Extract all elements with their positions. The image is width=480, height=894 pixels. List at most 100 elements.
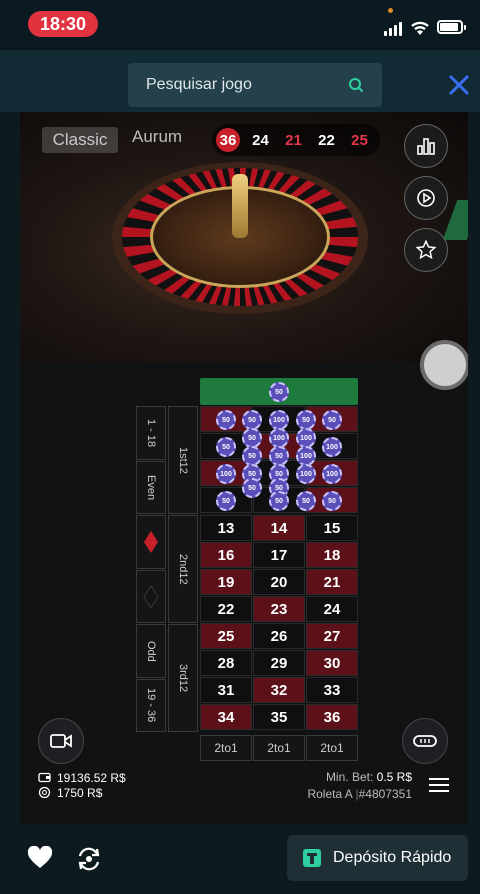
balance-info: 19136.52 R$ 1750 R$ (38, 770, 126, 800)
chip: 100 (322, 437, 342, 457)
number-cell[interactable]: 27 (306, 623, 358, 649)
bar-chart-icon (417, 138, 435, 155)
number-cell[interactable]: 15 (306, 515, 358, 541)
search-input[interactable]: Pesquisar jogo (128, 63, 382, 107)
chip-selector-button[interactable] (420, 340, 468, 390)
result-item: 36 (216, 128, 240, 152)
column-bet-1[interactable]: 2to1 (200, 735, 252, 761)
number-cell[interactable]: 30 (306, 650, 358, 676)
signal-icon (384, 22, 402, 36)
chip: 50 (242, 428, 262, 448)
close-icon[interactable] (446, 72, 472, 98)
chip: 50 (322, 491, 342, 511)
result-item: 24 (252, 131, 269, 149)
min-bet-value: 0.5 R$ (376, 770, 412, 784)
video-toggle-button[interactable] (404, 176, 448, 220)
racetrack-button[interactable] (402, 718, 448, 764)
chip: 50 (269, 382, 289, 402)
search-placeholder: Pesquisar jogo (146, 76, 252, 93)
chip: 50 (269, 446, 289, 466)
result-item: 21 (285, 131, 302, 149)
table-info: Min. Bet: 0.5 R$ Roleta A |#4807351 (307, 770, 412, 801)
bet-high[interactable]: 19 - 36 (136, 679, 166, 732)
chip: 100 (296, 446, 316, 466)
min-bet-label: Min. Bet: (325, 770, 374, 784)
bet-red[interactable] (136, 515, 166, 569)
number-cell[interactable]: 23 (253, 596, 305, 622)
number-cell[interactable]: 35 (253, 704, 305, 730)
chip: 100 (296, 464, 316, 484)
chip: 50 (242, 446, 262, 466)
video-camera-icon (50, 734, 72, 748)
dozen-1st12[interactable]: 1st12 (168, 406, 198, 514)
privacy-indicator-icon (388, 8, 393, 13)
chip: 100 (296, 428, 316, 448)
racetrack-icon (413, 735, 437, 747)
search-icon (349, 78, 364, 93)
favorite-bets-button[interactable] (404, 228, 448, 272)
chip: 100 (216, 464, 236, 484)
number-cell[interactable]: 25 (200, 623, 252, 649)
dozen-3rd12[interactable]: 3rd12 (168, 624, 198, 732)
number-cell[interactable]: 24 (306, 596, 358, 622)
chip: 50 (216, 437, 236, 457)
camera-button[interactable] (38, 718, 84, 764)
status-bar: 18:30 (0, 0, 480, 50)
number-cell[interactable]: 17 (253, 542, 305, 568)
number-cell[interactable]: 21 (306, 569, 358, 595)
chip: 50 (216, 410, 236, 430)
tab-classic[interactable]: Classic (42, 127, 118, 153)
black-diamond-icon (143, 584, 159, 609)
chip: 50 (269, 491, 289, 511)
number-cell[interactable]: 13 (200, 515, 252, 541)
dozen-2nd12[interactable]: 2nd12 (168, 515, 198, 623)
battery-icon (437, 20, 466, 34)
number-cell[interactable]: 31 (200, 677, 252, 703)
replay-icon (417, 189, 435, 207)
red-diamond-icon (144, 531, 158, 553)
table-id: #4807351 (358, 787, 412, 801)
result-item: 22 (318, 131, 335, 149)
number-cell[interactable]: 19 (200, 569, 252, 595)
chip-icon (38, 786, 51, 799)
result-item: 25 (351, 131, 368, 149)
chip: 100 (322, 464, 342, 484)
bet-odd[interactable]: Odd (136, 624, 166, 678)
heart-icon[interactable] (27, 846, 53, 870)
total-bet-value: 1750 R$ (57, 785, 103, 800)
number-cell[interactable]: 14 (253, 515, 305, 541)
number-cell[interactable]: 34 (200, 704, 252, 730)
recent-results: 36 24 21 22 25 (212, 124, 380, 156)
number-cell[interactable]: 18 (306, 542, 358, 568)
tab-aurum[interactable]: Aurum (132, 127, 182, 147)
quick-deposit-button[interactable]: Depósito Rápido (287, 835, 468, 881)
menu-icon[interactable] (428, 776, 450, 794)
number-cell[interactable]: 36 (306, 704, 358, 730)
number-cell[interactable]: 28 (200, 650, 252, 676)
number-cell[interactable]: 32 (253, 677, 305, 703)
statistics-button[interactable] (404, 124, 448, 168)
chip: 100 (269, 428, 289, 448)
game-frame: Classic Aurum 36 24 21 22 25 50 50 50 10… (20, 112, 468, 824)
status-time: 18:30 (28, 11, 98, 37)
number-cell[interactable]: 29 (253, 650, 305, 676)
chip: 50 (242, 410, 262, 430)
refresh-icon[interactable] (75, 846, 103, 872)
number-cell[interactable]: 33 (306, 677, 358, 703)
number-cell[interactable]: 20 (253, 569, 305, 595)
number-cell[interactable]: 26 (253, 623, 305, 649)
wallet-icon (38, 772, 51, 783)
chip: 50 (296, 491, 316, 511)
chip: 100 (269, 410, 289, 430)
bet-even[interactable]: Even (136, 461, 166, 514)
column-bet-3[interactable]: 2to1 (306, 735, 358, 761)
column-bet-2[interactable]: 2to1 (253, 735, 305, 761)
number-cell[interactable]: 22 (200, 596, 252, 622)
quick-deposit-label: Depósito Rápido (333, 849, 452, 866)
balance-value: 19136.52 R$ (57, 770, 126, 785)
wifi-icon (411, 21, 429, 35)
chip: 50 (216, 491, 236, 511)
number-cell[interactable]: 16 (200, 542, 252, 568)
bet-black[interactable] (136, 570, 166, 623)
bet-low[interactable]: 1 - 18 (136, 406, 166, 460)
